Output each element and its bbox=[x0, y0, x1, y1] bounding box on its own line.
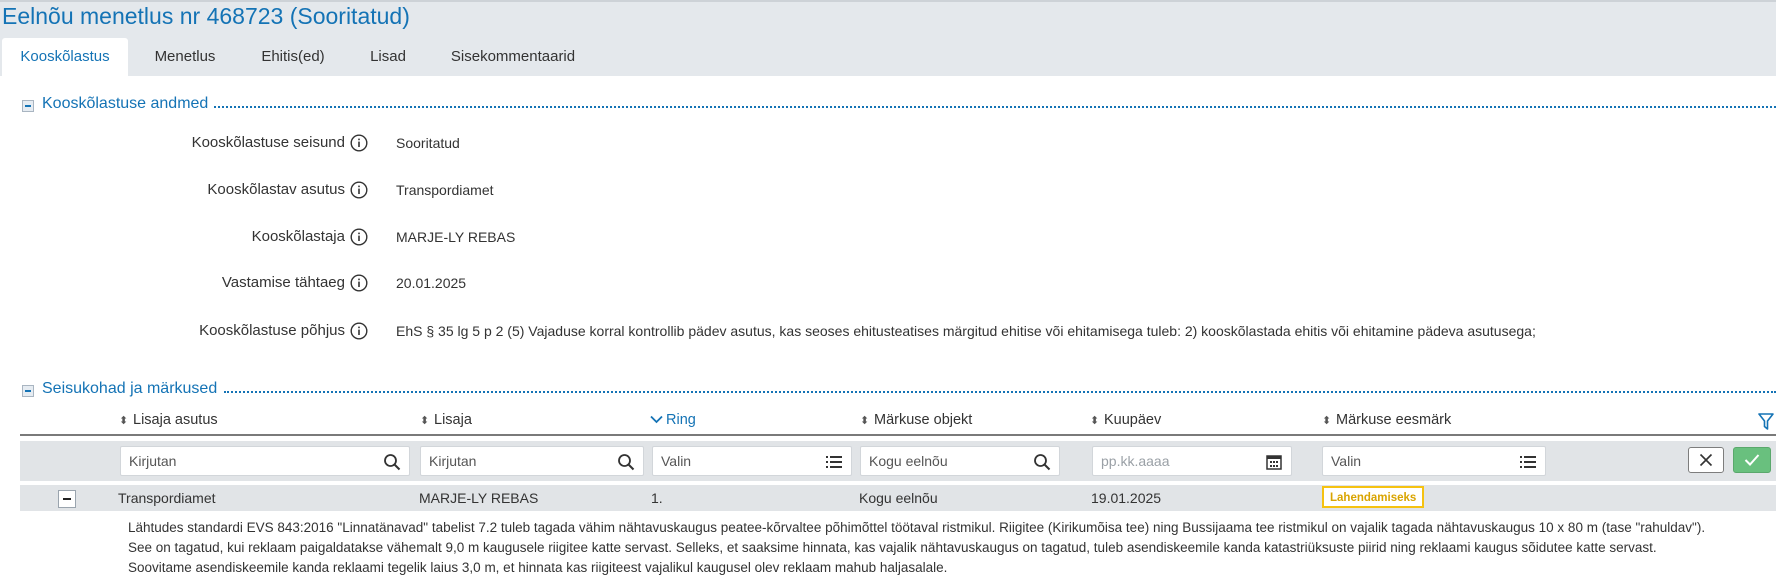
filter-round-select[interactable]: Valin bbox=[652, 446, 852, 476]
column-header-author[interactable]: ⬍ Lisaja bbox=[420, 412, 472, 428]
search-icon bbox=[384, 454, 401, 471]
section-title: Seisukohad ja märkused bbox=[42, 380, 224, 398]
list-icon bbox=[1520, 456, 1536, 468]
title-bar: Eelnõu menetlus nr 468723 (Sooritatud) bbox=[0, 0, 1776, 34]
search-icon bbox=[1034, 454, 1051, 471]
filter-agency-input[interactable]: Kirjutan bbox=[120, 446, 410, 476]
column-header-object[interactable]: ⬍ Märkuse objekt bbox=[860, 412, 972, 428]
filter-date-input[interactable]: pp.kk.aaaa bbox=[1092, 446, 1292, 476]
cell-agency: Transpordiamet bbox=[118, 490, 216, 506]
collapse-icon[interactable] bbox=[22, 385, 34, 397]
tab-bar: Kooskõlastus Menetlus Ehitis(ed) Lisad S… bbox=[0, 34, 1776, 76]
info-icon[interactable] bbox=[350, 134, 368, 152]
filter-author-input[interactable]: Kirjutan bbox=[420, 446, 644, 476]
info-icon[interactable] bbox=[350, 228, 368, 246]
cell-round: 1. bbox=[651, 490, 663, 506]
filter-agency-placeholder: Kirjutan bbox=[129, 453, 177, 469]
column-label: Märkuse objekt bbox=[874, 412, 973, 428]
header-divider bbox=[20, 434, 1776, 436]
apply-filters-button[interactable] bbox=[1733, 447, 1771, 473]
tab-ehitised[interactable]: Ehitis(ed) bbox=[248, 38, 338, 76]
cell-object: Kogu eelnõu bbox=[859, 490, 938, 506]
field-value-reason: EhS § 35 lg 5 p 2 (5) Vajaduse korral ko… bbox=[396, 323, 1536, 339]
column-header-date[interactable]: ⬍ Kuupäev bbox=[1090, 412, 1161, 428]
field-value-agency: Transpordiamet bbox=[396, 182, 494, 198]
info-icon[interactable] bbox=[350, 181, 368, 199]
field-label-reason: Kooskõlastuse põhjus bbox=[199, 322, 345, 339]
info-icon[interactable] bbox=[350, 322, 368, 340]
filter-icon[interactable] bbox=[1758, 413, 1774, 431]
column-label: Lisaja asutus bbox=[133, 412, 218, 428]
tab-lisad[interactable]: Lisad bbox=[360, 38, 416, 76]
filter-object-input[interactable]: Kogu eelnõu bbox=[860, 446, 1060, 476]
column-header-round[interactable]: Ring bbox=[650, 412, 696, 428]
cell-author: MARJE-LY REBAS bbox=[419, 490, 539, 506]
check-icon bbox=[1744, 454, 1760, 466]
filter-purpose-value: Valin bbox=[1331, 453, 1362, 469]
tab-sisekommentaarid[interactable]: Sisekommentaarid bbox=[446, 38, 580, 76]
remark-line: Soovitame asendiskeemile kanda reklaami … bbox=[128, 560, 948, 575]
sort-icon: ⬍ bbox=[119, 415, 129, 427]
field-label-deadline: Vastamise tähtaeg bbox=[221, 274, 345, 291]
sort-icon: ⬍ bbox=[420, 415, 430, 427]
column-header-purpose[interactable]: ⬍ Märkuse eesmärk bbox=[1322, 412, 1451, 428]
field-label-approver: Kooskõlastaja bbox=[251, 228, 345, 245]
sort-icon: ⬍ bbox=[1090, 415, 1100, 427]
column-label: Märkuse eesmärk bbox=[1336, 412, 1452, 428]
column-label: Lisaja bbox=[434, 412, 472, 428]
field-label-status: Kooskõlastuse seisund bbox=[191, 134, 345, 151]
tab-kooskolastus[interactable]: Kooskõlastus bbox=[2, 38, 128, 76]
field-value-approver: MARJE-LY REBAS bbox=[396, 229, 516, 245]
column-header-agency[interactable]: ⬍ Lisaja asutus bbox=[119, 412, 218, 428]
calendar-icon bbox=[1266, 455, 1282, 470]
filter-author-placeholder: Kirjutan bbox=[429, 453, 477, 469]
section-divider bbox=[224, 391, 1776, 393]
page-title: Eelnõu menetlus nr 468723 (Sooritatud) bbox=[2, 3, 410, 29]
field-value-deadline: 20.01.2025 bbox=[396, 275, 467, 291]
sort-descending-icon bbox=[650, 415, 663, 424]
filter-round-value: Valin bbox=[661, 453, 692, 469]
field-label-agency: Kooskõlastav asutus bbox=[207, 181, 345, 198]
close-icon bbox=[1699, 453, 1713, 467]
remark-line: Lähtudes standardi EVS 843:2016 "Linnatä… bbox=[128, 520, 1706, 535]
search-icon bbox=[618, 454, 635, 471]
remark-line: See on tagatud, kui reklaam paigaldataks… bbox=[128, 540, 1657, 555]
collapse-icon[interactable] bbox=[22, 100, 34, 112]
filter-object-value: Kogu eelnõu bbox=[869, 453, 948, 469]
list-icon bbox=[826, 456, 842, 468]
section-divider bbox=[214, 106, 1776, 108]
status-badge: Lahendamiseks bbox=[1322, 486, 1425, 508]
collapse-row-button[interactable] bbox=[58, 490, 76, 508]
sort-icon: ⬍ bbox=[860, 415, 870, 427]
column-label: Kuupäev bbox=[1104, 412, 1162, 428]
clear-filters-button[interactable] bbox=[1688, 447, 1724, 473]
filter-row: Kirjutan Kirjutan Valin Kogu eelnõu pp.k… bbox=[20, 441, 1776, 481]
info-icon[interactable] bbox=[350, 274, 368, 292]
remark-text: Lähtudes standardi EVS 843:2016 "Linnatä… bbox=[128, 518, 1768, 578]
column-label: Ring bbox=[666, 412, 696, 428]
sort-icon: ⬍ bbox=[1322, 415, 1332, 427]
section-title: Kooskõlastuse andmed bbox=[42, 95, 215, 113]
field-value-status: Sooritatud bbox=[396, 135, 460, 151]
approval-section-header: Kooskõlastuse andmed bbox=[20, 95, 1776, 117]
cell-date: 19.01.2025 bbox=[1091, 490, 1162, 506]
filter-purpose-select[interactable]: Valin bbox=[1322, 446, 1546, 476]
tab-menetlus[interactable]: Menetlus bbox=[140, 38, 230, 76]
filter-date-placeholder: pp.kk.aaaa bbox=[1101, 453, 1170, 469]
remarks-section-header: Seisukohad ja märkused bbox=[20, 380, 1776, 402]
